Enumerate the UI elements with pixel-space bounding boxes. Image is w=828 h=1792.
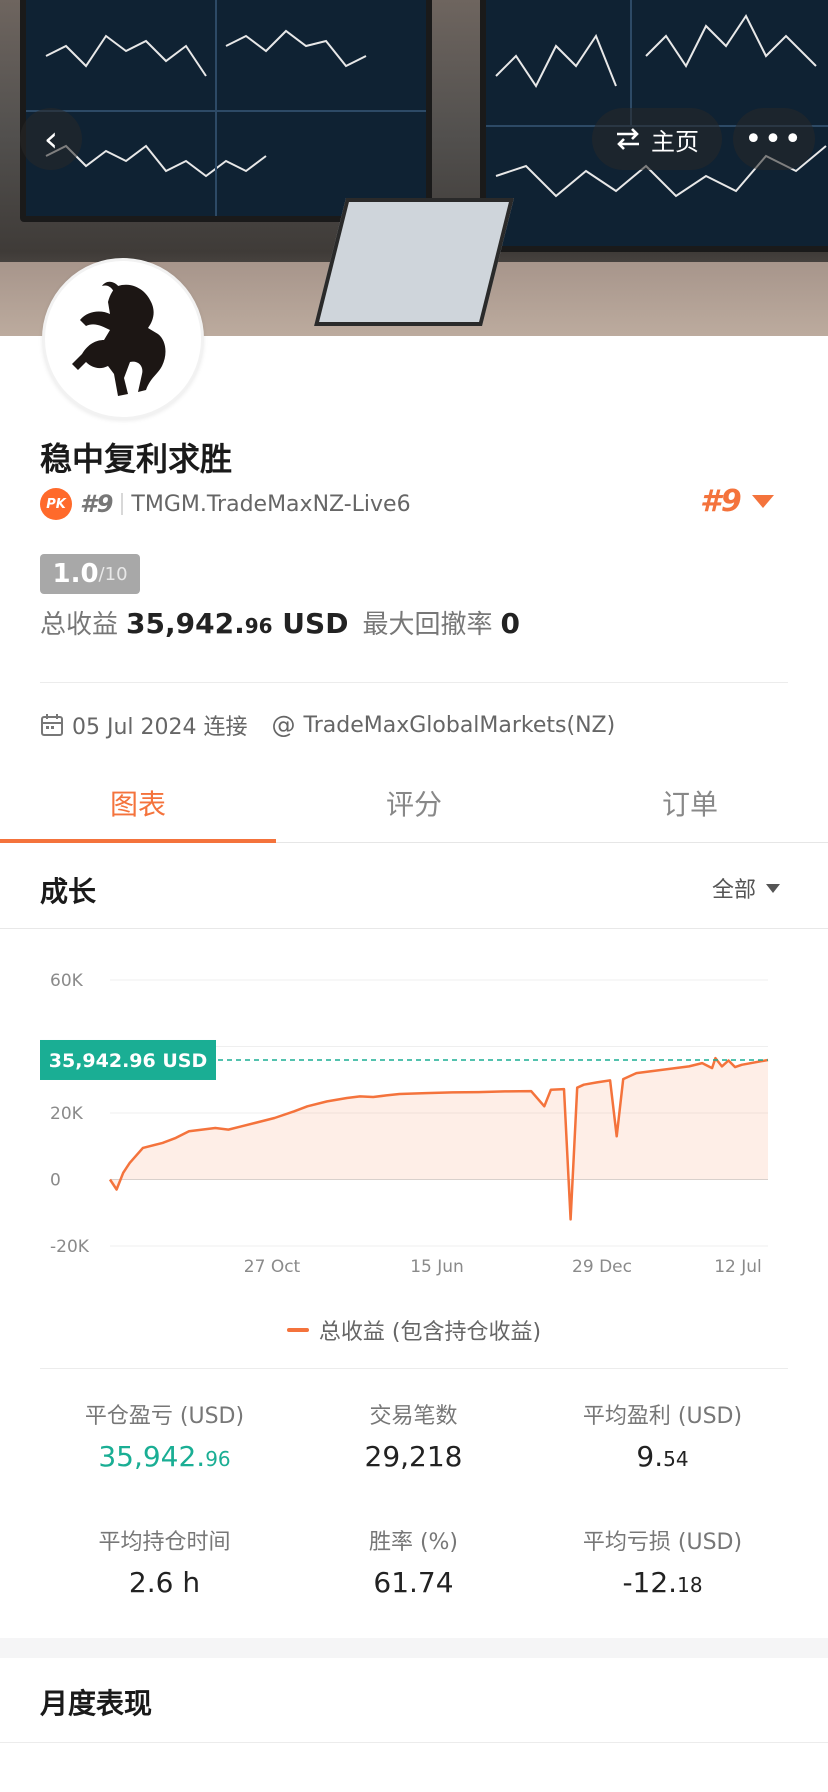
chart-svg: 60K40K20K0-20K27 Oct15 Jun29 Dec12 Jul35…: [40, 971, 769, 1277]
stat-value: 61.74: [373, 1566, 454, 1599]
x-tick-label: 15 Jun: [410, 1257, 464, 1277]
growth-title: 成长: [40, 875, 97, 908]
tab-score[interactable]: 评分: [276, 764, 552, 842]
divider: [40, 1368, 788, 1369]
total-profit-label: 总收益: [40, 610, 119, 640]
broker-name: TradeMaxGlobalMarkets(NZ): [303, 712, 616, 738]
caret-down-icon: [766, 883, 781, 893]
calendar-icon: [41, 714, 63, 736]
trader-name: 稳中复利求胜: [40, 440, 233, 478]
home-button[interactable]: 主页: [592, 108, 722, 170]
monitor-image: [20, 0, 432, 222]
max-drawdown-label: 最大回撤率: [362, 610, 493, 640]
laptop-image: [314, 198, 514, 326]
connect-date: 05 Jul 2024 连接: [72, 715, 248, 740]
stat-label: 平仓盈亏 (USD): [84, 1404, 245, 1429]
rank-small: #9: [80, 490, 114, 518]
stat-value: -12.18: [622, 1566, 703, 1599]
stat-avg-profit: 平均盈利 (USD) 9.54: [538, 1398, 787, 1473]
switch-arrows-icon: [617, 128, 639, 150]
stat-value: 2.6 h: [128, 1566, 201, 1599]
tab-bar: 图表 评分 订单: [0, 764, 828, 843]
y-tick-label: 20K: [50, 1104, 84, 1124]
legend-label: 总收益 (包含持仓收益): [318, 1320, 542, 1345]
y-tick-label: 60K: [50, 971, 84, 991]
stat-label: 平均亏损 (USD): [582, 1530, 743, 1555]
stat-avg-loss: 平均亏损 (USD) -12.18: [538, 1524, 787, 1599]
total-profit-value: 35,942.96 USD: [126, 607, 349, 640]
caret-down-icon: [751, 495, 774, 508]
x-tick-label: 29 Dec: [572, 1257, 632, 1277]
avatar[interactable]: [42, 258, 204, 420]
x-tick-label: 27 Oct: [244, 1257, 301, 1277]
home-label: 主页: [651, 127, 699, 156]
rank-dropdown[interactable]: #9: [700, 484, 774, 519]
account-server: TMGM.TradeMaxNZ-Live6: [131, 491, 411, 517]
rank-big: #9: [700, 484, 742, 519]
score-badge: 1.0 /10: [40, 554, 140, 594]
stat-label: 平均盈利 (USD): [582, 1404, 743, 1429]
horse-logo-icon: [72, 281, 166, 396]
x-tick-label: 12 Jul: [714, 1257, 762, 1277]
y-tick-label: -20K: [50, 1237, 90, 1257]
more-button[interactable]: •••: [733, 108, 815, 170]
divider: [0, 1742, 828, 1743]
chart-legend: 总收益 (包含持仓收益): [0, 1314, 828, 1346]
pk-fire-icon: PK: [40, 488, 72, 520]
stat-value: 35,942.96: [98, 1440, 231, 1473]
divider: [40, 682, 788, 683]
range-label: 全部: [712, 878, 757, 903]
stat-value: 9.54: [636, 1440, 689, 1473]
rank-row: PK #9 TMGM.TradeMaxNZ-Live6: [40, 486, 411, 522]
chevron-left-icon: ‹: [43, 118, 59, 160]
stat-label: 平均持仓时间: [98, 1530, 231, 1555]
area-fill: [110, 1058, 768, 1220]
score-main: 1.0: [52, 559, 99, 589]
range-dropdown[interactable]: 全部: [712, 872, 781, 904]
stat-label: 胜率 (%): [368, 1530, 459, 1555]
stat-win-rate: 胜率 (%) 61.74: [289, 1524, 538, 1599]
monthly-title: 月度表现: [40, 1687, 153, 1720]
y-tick-label: 0: [50, 1171, 61, 1191]
stat-label: 交易笔数: [369, 1404, 458, 1429]
profit-summary: 总收益 35,942.96 USD 最大回撤率 0: [40, 604, 520, 644]
meta-row: 05 Jul 2024 连接 @ TradeMaxGlobalMarkets(N…: [40, 708, 615, 742]
growth-header: [0, 844, 828, 929]
max-drawdown-value: 0: [500, 607, 520, 640]
score-sub: /10: [98, 563, 128, 585]
more-dots-icon: •••: [744, 121, 804, 157]
at-icon: @: [271, 711, 296, 739]
stat-value: 29,218: [364, 1440, 463, 1473]
stat-avg-hold: 平均持仓时间 2.6 h: [40, 1524, 289, 1599]
stat-trade-count: 交易笔数 29,218: [289, 1398, 538, 1473]
tab-chart[interactable]: 图表: [0, 764, 276, 843]
section-gap: [0, 1638, 828, 1658]
tab-orders[interactable]: 订单: [552, 764, 828, 842]
legend-swatch: [286, 1328, 309, 1332]
back-button[interactable]: ‹: [20, 108, 82, 170]
growth-chart: 60K40K20K0-20K27 Oct15 Jun29 Dec12 Jul35…: [0, 930, 828, 1310]
stat-closed-pnl: 平仓盈亏 (USD) 35,942.96: [40, 1398, 289, 1473]
divider: [121, 493, 124, 515]
current-value-text: 35,942.96 USD: [49, 1050, 207, 1072]
